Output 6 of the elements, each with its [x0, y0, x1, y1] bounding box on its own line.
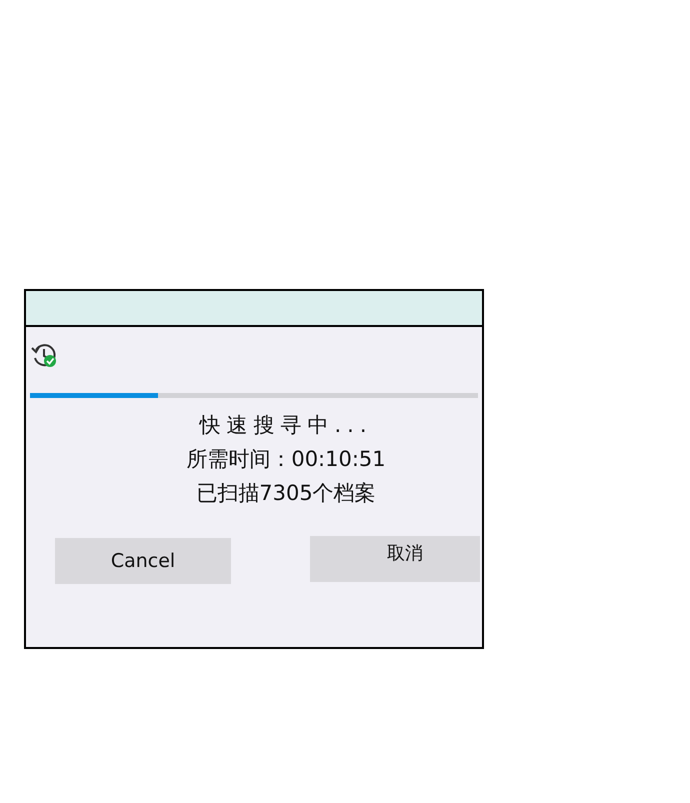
cancel-button[interactable]: Cancel	[55, 538, 231, 584]
cancel-chinese-button[interactable]: 取消	[310, 536, 480, 582]
status-text: 快速搜寻中...	[199, 412, 373, 439]
status-text: 所需时间：00:10:51	[186, 446, 386, 473]
history-check-icon	[30, 341, 58, 369]
status-text: 已扫描7305个档案	[196, 480, 376, 507]
